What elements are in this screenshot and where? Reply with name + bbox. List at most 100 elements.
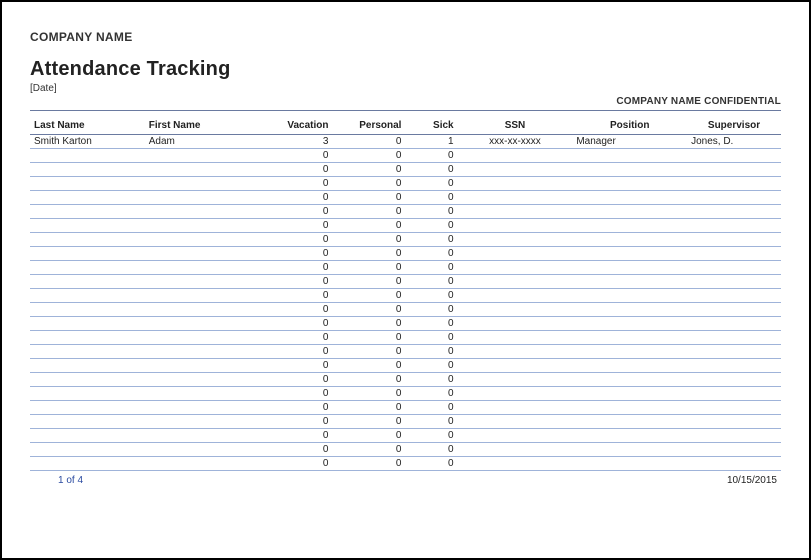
cell-last-name [30,317,145,331]
cell-position [572,331,687,345]
cell-first-name [145,373,260,387]
cell-personal: 0 [332,359,405,373]
cell-vacation: 0 [259,289,332,303]
cell-first-name [145,191,260,205]
table-row: 000 [30,457,781,471]
cell-ssn [458,233,573,247]
col-header-supervisor: Supervisor [687,117,781,135]
cell-personal: 0 [332,205,405,219]
cell-supervisor [687,443,781,457]
cell-supervisor [687,289,781,303]
cell-position [572,457,687,471]
cell-last-name [30,457,145,471]
cell-position [572,443,687,457]
cell-vacation: 0 [259,373,332,387]
cell-first-name [145,289,260,303]
cell-last-name [30,359,145,373]
header-row: Last Name First Name Vacation Personal S… [30,117,781,135]
table-row: 000 [30,303,781,317]
cell-last-name [30,331,145,345]
cell-last-name [30,163,145,177]
cell-vacation: 0 [259,261,332,275]
cell-ssn [458,373,573,387]
table-row: 000 [30,387,781,401]
cell-first-name [145,163,260,177]
cell-vacation: 0 [259,219,332,233]
cell-position [572,289,687,303]
cell-first-name [145,233,260,247]
cell-sick: 0 [405,289,457,303]
page-number: 1 of 4 [58,475,83,486]
cell-personal: 0 [332,401,405,415]
cell-supervisor [687,219,781,233]
cell-personal: 0 [332,303,405,317]
cell-supervisor [687,345,781,359]
cell-personal: 0 [332,331,405,345]
cell-first-name [145,443,260,457]
cell-personal: 0 [332,191,405,205]
col-header-position: Position [572,117,687,135]
cell-first-name [145,359,260,373]
cell-position [572,219,687,233]
cell-sick: 0 [405,443,457,457]
cell-vacation: 0 [259,191,332,205]
cell-first-name [145,205,260,219]
table-row: 000 [30,233,781,247]
cell-vacation: 0 [259,149,332,163]
col-header-vacation: Vacation [259,117,332,135]
cell-sick: 0 [405,415,457,429]
cell-position [572,401,687,415]
cell-supervisor [687,415,781,429]
cell-last-name [30,275,145,289]
cell-position [572,387,687,401]
col-header-firstname: First Name [145,117,260,135]
cell-vacation: 0 [259,331,332,345]
cell-first-name [145,387,260,401]
cell-first-name [145,457,260,471]
cell-last-name [30,233,145,247]
cell-ssn [458,247,573,261]
cell-vacation: 0 [259,457,332,471]
cell-sick: 0 [405,205,457,219]
cell-position [572,275,687,289]
company-name-label: COMPANY NAME [30,30,781,44]
cell-position [572,163,687,177]
table-row: 000 [30,373,781,387]
cell-last-name [30,261,145,275]
table-row: 000 [30,191,781,205]
date-placeholder: [Date] [30,83,781,94]
cell-ssn [458,331,573,345]
cell-personal: 0 [332,373,405,387]
cell-first-name [145,317,260,331]
cell-personal: 0 [332,149,405,163]
cell-last-name [30,177,145,191]
cell-ssn [458,303,573,317]
cell-last-name [30,345,145,359]
cell-first-name [145,275,260,289]
cell-last-name [30,429,145,443]
cell-supervisor [687,303,781,317]
cell-supervisor [687,191,781,205]
cell-supervisor [687,373,781,387]
cell-first-name [145,345,260,359]
cell-vacation: 0 [259,401,332,415]
cell-position [572,317,687,331]
cell-first-name [145,219,260,233]
table-row: 000 [30,205,781,219]
cell-position [572,415,687,429]
cell-personal: 0 [332,345,405,359]
cell-personal: 0 [332,415,405,429]
cell-first-name [145,415,260,429]
cell-ssn [458,205,573,219]
cell-supervisor [687,177,781,191]
cell-personal: 0 [332,457,405,471]
cell-supervisor [687,163,781,177]
cell-ssn [458,149,573,163]
cell-last-name [30,205,145,219]
cell-position [572,373,687,387]
cell-supervisor: Jones, D. [687,135,781,149]
cell-sick: 1 [405,135,457,149]
cell-sick: 0 [405,303,457,317]
cell-sick: 0 [405,373,457,387]
cell-sick: 0 [405,457,457,471]
